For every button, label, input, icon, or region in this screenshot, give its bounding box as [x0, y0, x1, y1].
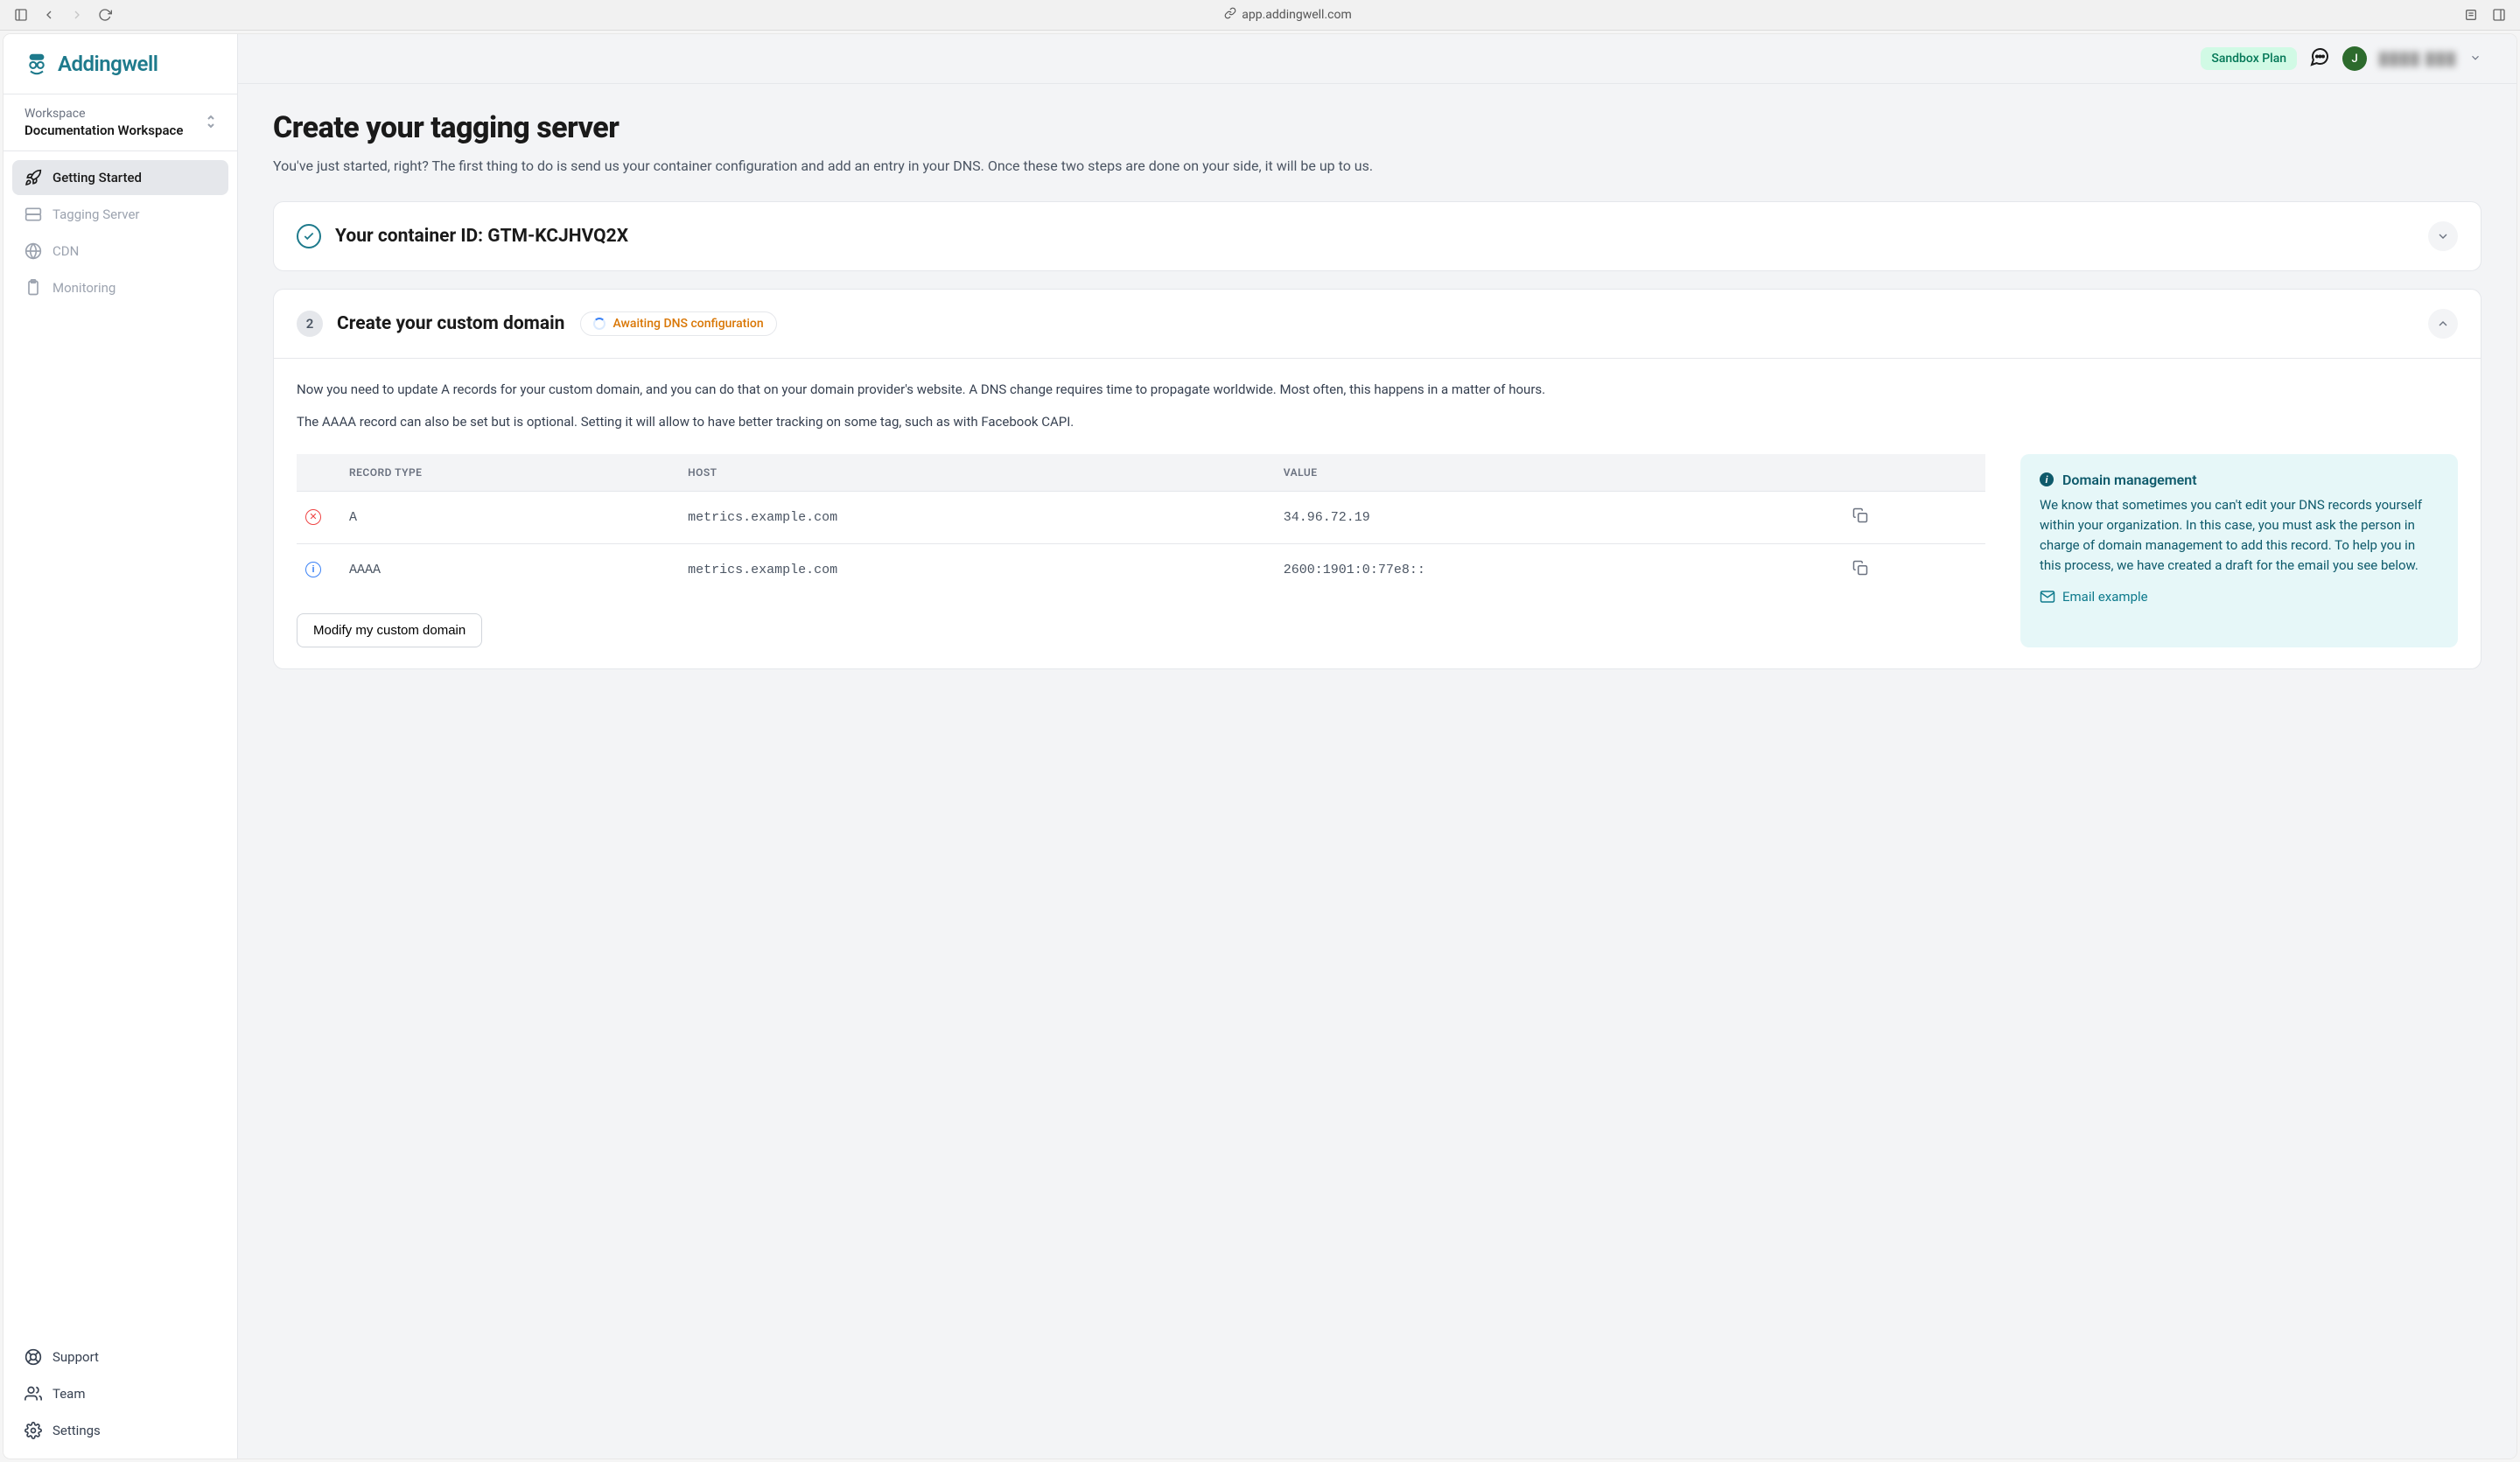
nav-cdn[interactable]: CDN	[12, 234, 228, 269]
cell-host: metrics.example.com	[674, 491, 1270, 543]
domain-management-info: i Domain management We know that sometim…	[2020, 454, 2458, 647]
modify-domain-button[interactable]: Modify my custom domain	[297, 613, 482, 647]
forward-icon	[70, 8, 84, 22]
cell-host: metrics.example.com	[674, 543, 1270, 596]
topbar: Sandbox Plan J ████ ███	[238, 34, 2516, 84]
status-pill: Awaiting DNS configuration	[580, 311, 776, 336]
nav-team[interactable]: Team	[12, 1376, 228, 1411]
lock-icon	[1224, 7, 1236, 23]
globe-icon	[24, 242, 42, 260]
bottom-nav: Support Team Settings	[4, 1330, 237, 1459]
server-icon	[24, 206, 42, 223]
nav-label: Tagging Server	[52, 206, 140, 222]
info-icon: i	[2040, 472, 2054, 486]
spinner-icon	[593, 318, 606, 330]
rocket-icon	[24, 169, 42, 186]
nav-label: Support	[52, 1349, 99, 1365]
chevron-updown-icon	[206, 114, 216, 132]
url-text[interactable]: app.addingwell.com	[1242, 8, 1351, 22]
nav-label: Monitoring	[52, 280, 116, 296]
check-icon	[297, 224, 321, 248]
chat-icon[interactable]	[2309, 46, 2330, 71]
collapse-button[interactable]	[2428, 309, 2458, 339]
cell-type: A	[335, 491, 674, 543]
lifebuoy-icon	[24, 1348, 42, 1366]
email-example-text: Email example	[2062, 589, 2148, 605]
workspace-selector[interactable]: Workspace Documentation Workspace	[4, 94, 237, 151]
addingwell-logo-icon	[24, 52, 49, 76]
step-number: 2	[297, 311, 323, 337]
step2-body-text-1: Now you need to update A records for you…	[297, 380, 2458, 400]
page-subtitle: You've just started, right? The first th…	[273, 156, 2482, 177]
cell-value: 2600:1901:0:77e8::	[1270, 543, 1839, 596]
mail-icon	[2040, 589, 2055, 605]
logo[interactable]: Addingwell	[4, 34, 237, 94]
email-example-link[interactable]: Email example	[2040, 589, 2439, 605]
nav-getting-started[interactable]: Getting Started	[12, 160, 228, 195]
copy-icon[interactable]	[1852, 513, 1868, 528]
main-content: Sandbox Plan J ████ ███ Create your tagg…	[238, 34, 2516, 1459]
reload-icon[interactable]	[98, 8, 112, 22]
main-nav: Getting Started Tagging Server CDN Monit…	[4, 151, 237, 1330]
sidebar-toggle-icon[interactable]	[14, 8, 28, 22]
nav-monitoring[interactable]: Monitoring	[12, 270, 228, 305]
step2-card: 2 Create your custom domain Awaiting DNS…	[273, 289, 2482, 669]
table-row: i AAAA metrics.example.com 2600:1901:0:7…	[297, 543, 1985, 596]
nav-tagging-server[interactable]: Tagging Server	[12, 197, 228, 232]
gear-icon	[24, 1422, 42, 1439]
sidebar: Addingwell Workspace Documentation Works…	[4, 34, 238, 1459]
workspace-label: Workspace	[24, 107, 183, 121]
nav-label: Settings	[52, 1423, 101, 1438]
step2-title: Create your custom domain	[337, 313, 564, 334]
error-icon: ✕	[305, 509, 321, 525]
nav-support[interactable]: Support	[12, 1340, 228, 1375]
avatar[interactable]: J	[2342, 46, 2367, 71]
col-record-type: RECORD TYPE	[335, 454, 674, 492]
step1-card: Your container ID: GTM-KCJHVQ2X	[273, 201, 2482, 271]
clipboard-icon	[24, 279, 42, 297]
col-value: VALUE	[1270, 454, 1839, 492]
dns-table: RECORD TYPE HOST VALUE ✕ A	[297, 454, 1985, 596]
table-row: ✕ A metrics.example.com 34.96.72.19	[297, 491, 1985, 543]
users-icon	[24, 1385, 42, 1403]
col-host: HOST	[674, 454, 1270, 492]
panel-icon[interactable]	[2492, 8, 2506, 22]
brand-name: Addingwell	[58, 52, 158, 76]
info-title: Domain management	[2062, 472, 2197, 488]
expand-button[interactable]	[2428, 221, 2458, 251]
reader-icon[interactable]	[2464, 8, 2478, 22]
nav-label: Team	[52, 1386, 86, 1402]
status-text: Awaiting DNS configuration	[612, 317, 763, 331]
copy-icon[interactable]	[1852, 565, 1868, 580]
workspace-name: Documentation Workspace	[24, 122, 183, 138]
nav-settings[interactable]: Settings	[12, 1413, 228, 1448]
chevron-down-icon[interactable]	[2469, 51, 2482, 67]
user-name-blurred: ████ ███	[2379, 52, 2457, 66]
cell-type: AAAA	[335, 543, 674, 596]
info-text: We know that sometimes you can't edit yo…	[2040, 495, 2439, 577]
plan-badge[interactable]: Sandbox Plan	[2201, 47, 2297, 70]
browser-chrome: app.addingwell.com	[0, 0, 2520, 31]
cell-value: 34.96.72.19	[1270, 491, 1839, 543]
nav-label: CDN	[52, 243, 79, 259]
nav-label: Getting Started	[52, 170, 142, 185]
step1-title: Your container ID: GTM-KCJHVQ2X	[335, 226, 2414, 247]
back-icon[interactable]	[42, 8, 56, 22]
page-title: Create your tagging server	[273, 110, 2482, 145]
info-icon: i	[305, 562, 321, 577]
step2-body-text-2: The AAAA record can also be set but is o…	[297, 412, 2458, 432]
